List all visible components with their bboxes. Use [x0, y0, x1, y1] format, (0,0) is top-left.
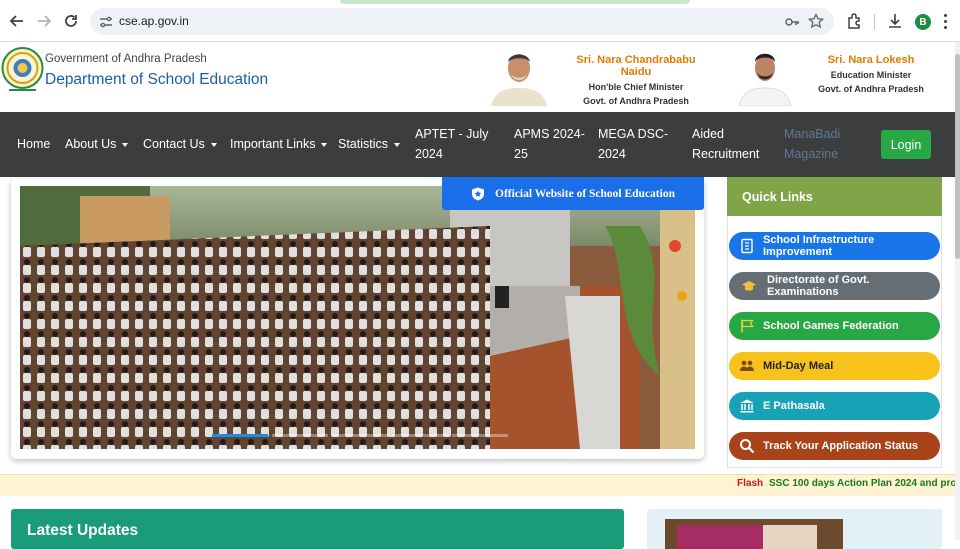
chevron-down-icon [122, 142, 129, 147]
bookmark-star-icon[interactable] [808, 13, 824, 29]
chevron-down-icon [210, 142, 217, 147]
chevron-down-icon [394, 142, 401, 147]
carousel-dot[interactable] [392, 434, 448, 437]
quick-link-label: School Infrastructure Improvement [763, 234, 875, 258]
magazine-preview-image-detail [763, 525, 817, 549]
nav-aptet-line1: APTET - July [415, 127, 489, 141]
carousel-dot[interactable] [272, 434, 328, 437]
magazine-preview-image-detail [677, 525, 763, 549]
nav-manabadi-line1: ManaBadi [784, 127, 841, 141]
andhra-pradesh-emblem-logo[interactable] [1, 46, 44, 96]
magazine-preview-card [647, 509, 942, 549]
quick-link-mid-day-meal[interactable]: Mid-Day Meal [729, 352, 940, 380]
nav-important-links-label: Important Links [230, 137, 316, 151]
quick-link-school-games[interactable]: School Games Federation [729, 312, 940, 340]
official-website-text: Official Website of School Education [495, 187, 675, 200]
nav-manabadi-line2: Magazine [784, 147, 839, 161]
quick-link-label: School Games Federation [763, 320, 899, 332]
downloads-icon[interactable] [886, 12, 904, 30]
education-minister-designation: Education Minister [830, 70, 912, 80]
nav-important-links[interactable]: Important Links [230, 134, 328, 154]
reload-icon [65, 15, 77, 27]
chief-minister-govt: Govt. of Andhra Pradesh [583, 96, 689, 106]
quick-links-title: Quick Links [727, 177, 942, 216]
quick-link-school-infrastructure[interactable]: School Infrastructure Improvement [729, 232, 940, 260]
nav-about-us[interactable]: About Us [65, 134, 129, 154]
nav-statistics-label: Statistics [338, 137, 389, 151]
quick-link-label: Mid-Day Meal [763, 360, 834, 372]
nav-contact-us-label: Contact Us [143, 137, 205, 151]
carousel-dot[interactable] [332, 434, 388, 437]
quick-link-label: Directorate of Govt. Examinations [767, 274, 870, 298]
quick-link-label: Track Your Application Status [763, 440, 919, 452]
quick-link-label: E Pathasala [763, 400, 825, 412]
education-minister-portrait [733, 46, 797, 106]
browser-menu-icon[interactable] [942, 12, 948, 30]
government-subtitle: Government of Andhra Pradesh [45, 53, 207, 65]
nav-about-us-label: About Us [65, 137, 117, 151]
nav-mega-dsc-line1: MEGA DSC- [598, 127, 669, 141]
nav-aided-line1: Aided [692, 127, 724, 141]
nav-aptet[interactable]: APTET - July 2024 [415, 124, 488, 164]
browser-toolbar: cse.ap.gov.in B [0, 0, 960, 42]
nav-aptet-line2: 2024 [415, 147, 443, 161]
graduation-cap-icon [742, 281, 756, 291]
education-minister-info: Sri. Nara Lokesh Education Minister Govt… [812, 54, 930, 94]
latest-updates-title: Latest Updates [27, 522, 139, 539]
page-scrollbar[interactable] [955, 42, 960, 540]
chief-minister-portrait [487, 46, 551, 106]
back-button[interactable] [7, 11, 27, 31]
login-button[interactable]: Login [881, 130, 931, 159]
flag-icon [741, 319, 754, 333]
forward-button[interactable] [34, 11, 54, 31]
education-minister-govt: Govt. of Andhra Pradesh [818, 84, 924, 94]
password-key-icon[interactable] [784, 14, 800, 30]
chief-minister-info: Sri. Nara Chandrababu Naidu Hon'ble Chie… [560, 54, 712, 106]
shield-star-icon [472, 187, 485, 200]
building-icon [741, 238, 753, 254]
flash-news-text[interactable]: SSC 100 days Action Plan 2024 and pro [769, 478, 956, 489]
official-website-banner: Official Website of School Education [442, 177, 704, 210]
toolbar-divider [874, 14, 875, 30]
quick-link-govt-examinations[interactable]: Directorate of Govt. Examinations [729, 272, 940, 300]
site-info-icon[interactable] [98, 14, 114, 30]
nav-mega-dsc[interactable]: MEGA DSC- 2024 [598, 124, 668, 164]
address-bar[interactable]: cse.ap.gov.in [90, 8, 834, 35]
institution-icon [740, 399, 754, 413]
url-text[interactable]: cse.ap.gov.in [119, 14, 189, 28]
nav-apms[interactable]: APMS 2024- 25 [514, 124, 585, 164]
profile-avatar[interactable]: B [915, 14, 931, 30]
nav-statistics[interactable]: Statistics [338, 134, 401, 154]
carousel-dot[interactable] [452, 434, 508, 437]
chevron-down-icon [321, 142, 328, 147]
carousel-slide-image[interactable] [20, 186, 695, 449]
search-icon [740, 439, 755, 454]
site-header: Government of Andhra Pradesh Department … [0, 42, 960, 112]
chief-minister-name: Sri. Nara Chandrababu Naidu [576, 54, 696, 78]
carousel-dot[interactable] [212, 434, 268, 437]
nav-mega-dsc-line2: 2024 [598, 147, 626, 161]
quick-link-e-pathasala[interactable]: E Pathasala [729, 392, 940, 420]
nav-contact-us[interactable]: Contact Us [143, 134, 217, 154]
active-tab-accent [340, 0, 690, 4]
reload-button[interactable] [61, 11, 81, 31]
nav-aided-recruitment[interactable]: Aided Recruitment [692, 124, 759, 164]
nav-apms-line1: APMS 2024- [514, 127, 585, 141]
nav-apms-line2: 25 [514, 147, 528, 161]
flash-label: Flash [737, 478, 764, 489]
carousel-indicators [212, 434, 508, 438]
extensions-puzzle-icon[interactable] [846, 12, 864, 30]
nav-manabadi-magazine[interactable]: ManaBadi Magazine [784, 124, 840, 164]
users-icon [740, 360, 754, 371]
nav-home[interactable]: Home [17, 134, 50, 154]
back-arrow-icon [9, 15, 23, 27]
forward-arrow-icon [38, 15, 52, 27]
quick-link-track-application[interactable]: Track Your Application Status [729, 432, 940, 460]
nav-aided-line2: Recruitment [692, 147, 760, 161]
education-minister-name: Sri. Nara Lokesh [827, 54, 915, 66]
scrollbar-thumb[interactable] [955, 54, 960, 259]
department-title[interactable]: Department of School Education [45, 71, 268, 89]
chief-minister-designation: Hon'ble Chief Minister [588, 82, 684, 92]
